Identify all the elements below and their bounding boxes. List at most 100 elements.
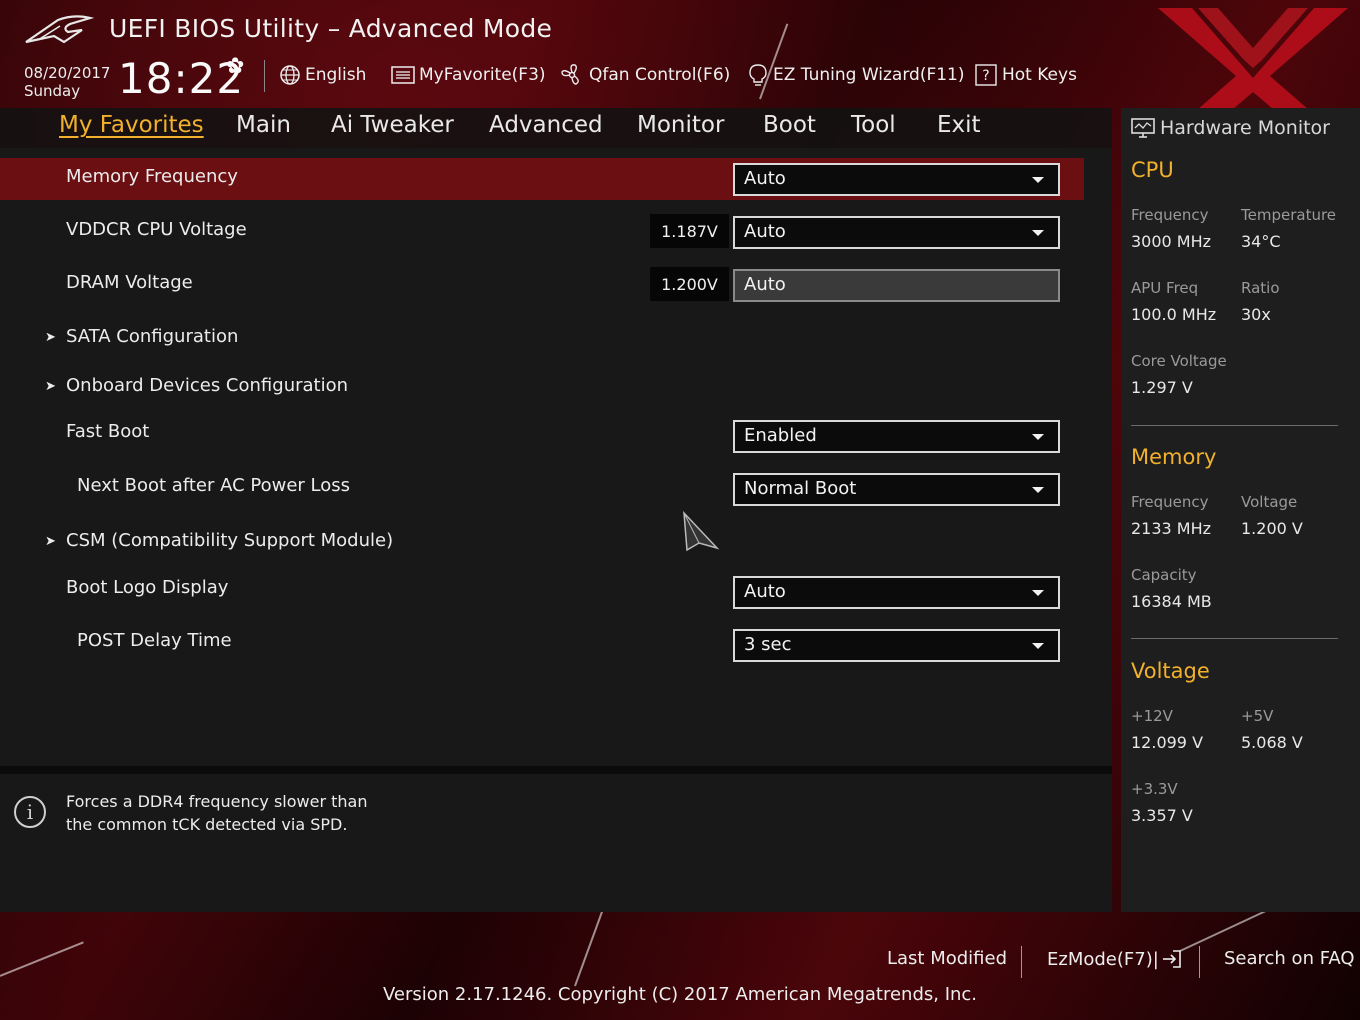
boot-logo-display-dropdown[interactable]: Auto	[733, 576, 1060, 609]
dram-voltage-input[interactable]: Auto	[733, 269, 1060, 302]
info-icon: i	[14, 796, 46, 828]
chevron-down-icon	[1032, 487, 1044, 493]
qfan-control-label: Qfan Control(F6)	[589, 65, 731, 85]
bulb-icon	[749, 64, 767, 86]
memory-heading: Memory	[1131, 445, 1217, 469]
tab-ai-tweaker[interactable]: Ai Tweaker	[331, 112, 454, 138]
tab-my-favorites[interactable]: My Favorites	[59, 112, 204, 138]
apu-freq-label: APU Freq	[1131, 279, 1199, 297]
ez-tuning-wizard-button[interactable]: EZ Tuning Wizard(F11)	[747, 62, 965, 88]
list-icon	[391, 66, 415, 84]
chevron-down-icon	[1032, 230, 1044, 236]
voltage-heading: Voltage	[1131, 659, 1210, 683]
ratio-value: 30x	[1241, 305, 1271, 324]
globe-icon	[280, 65, 300, 85]
capacity-label: Capacity	[1131, 566, 1197, 584]
hardware-monitor-panel: Hardware Monitor CPU Frequency Temperatu…	[1121, 108, 1360, 912]
settings-panel: Memory Frequency Auto VDDCR CPU Voltage …	[0, 148, 1112, 766]
memory-voltage-label: Voltage	[1241, 493, 1298, 511]
tab-monitor[interactable]: Monitor	[637, 112, 724, 138]
input-value: Auto	[744, 274, 786, 295]
footer-divider	[1199, 946, 1200, 978]
submenu-label: Onboard Devices Configuration	[66, 375, 349, 396]
dropdown-value: Enabled	[744, 425, 817, 446]
setting-row-vddcr-cpu-voltage[interactable]: VDDCR CPU Voltage 1.187V Auto	[0, 212, 1084, 254]
tab-boot[interactable]: Boot	[763, 112, 816, 138]
help-panel: i Forces a DDR4 frequency slower than th…	[0, 774, 1112, 912]
exit-arrow-icon	[1162, 950, 1181, 968]
setting-label: VDDCR CPU Voltage	[66, 219, 247, 240]
v33-value: 3.357 V	[1131, 806, 1193, 825]
submenu-sata-configuration[interactable]: ➤ SATA Configuration	[0, 323, 1084, 353]
next-boot-dropdown[interactable]: Normal Boot	[733, 473, 1060, 506]
tab-tool[interactable]: Tool	[851, 112, 896, 138]
hardware-monitor-label: Hardware Monitor	[1160, 117, 1330, 139]
apu-freq-value: 100.0 MHz	[1131, 305, 1217, 324]
v12-value: 12.099 V	[1131, 733, 1204, 752]
setting-row-dram-voltage[interactable]: DRAM Voltage 1.200V Auto	[0, 265, 1084, 307]
chevron-down-icon	[1032, 643, 1044, 649]
vddcr-cpu-voltage-dropdown[interactable]: Auto	[733, 216, 1060, 249]
setting-row-next-boot-after-ac-power-loss[interactable]: Next Boot after AC Power Loss Normal Boo…	[0, 470, 1084, 510]
core-voltage-label: Core Voltage	[1131, 352, 1227, 370]
ezmode-label: EzMode(F7)|	[1047, 948, 1159, 970]
capacity-value: 16384 MB	[1131, 592, 1212, 611]
setting-row-boot-logo-display[interactable]: Boot Logo Display Auto	[0, 573, 1084, 613]
hot-keys-button[interactable]: ? Hot Keys	[974, 62, 1077, 88]
chevron-down-icon	[1032, 434, 1044, 440]
fast-boot-dropdown[interactable]: Enabled	[733, 420, 1060, 453]
chevron-right-icon: ➤	[45, 330, 56, 345]
memory-frequency-label: Frequency	[1131, 493, 1209, 511]
tab-main[interactable]: Main	[236, 112, 291, 138]
fan-icon	[561, 64, 579, 85]
voltage-reading: 1.200V	[650, 267, 729, 301]
footer-divider	[1021, 946, 1022, 978]
qfan-control-button[interactable]: Qfan Control(F6)	[559, 62, 730, 88]
search-on-faq-button[interactable]: Search on FAQ	[1224, 948, 1355, 969]
core-voltage-value: 1.297 V	[1131, 378, 1193, 397]
ez-tuning-wizard-label: EZ Tuning Wizard(F11)	[773, 65, 965, 85]
hot-keys-label: Hot Keys	[1002, 65, 1077, 85]
submenu-csm[interactable]: ➤ CSM (Compatibility Support Module)	[0, 527, 1084, 557]
dropdown-value: Auto	[744, 581, 786, 602]
mouse-pointer-icon	[683, 510, 720, 552]
voltage-reading: 1.187V	[650, 214, 729, 248]
app-title: UEFI BIOS Utility – Advanced Mode	[109, 14, 553, 43]
post-delay-time-dropdown[interactable]: 3 sec	[733, 629, 1060, 662]
header-divider	[264, 60, 265, 92]
dropdown-value: Auto	[744, 168, 786, 189]
date-display: 08/20/2017 Sunday	[24, 64, 110, 100]
language-label: English	[305, 65, 367, 85]
copyright-text: Version 2.17.1246. Copyright (C) 2017 Am…	[382, 984, 978, 1005]
ezmode-button[interactable]: EzMode(F7)|	[1047, 948, 1183, 970]
setting-row-memory-frequency[interactable]: Memory Frequency Auto	[0, 158, 1084, 200]
header: UEFI BIOS Utility – Advanced Mode 08/20/…	[0, 0, 1360, 144]
dropdown-value: 3 sec	[744, 634, 792, 655]
main-menu-tabs: My Favorites Main Ai Tweaker Advanced Mo…	[0, 108, 1112, 148]
section-divider	[1131, 638, 1338, 639]
setting-label: Fast Boot	[66, 421, 150, 442]
cpu-temperature-label: Temperature	[1241, 206, 1337, 224]
memory-frequency-dropdown[interactable]: Auto	[733, 163, 1060, 196]
language-button[interactable]: English	[279, 62, 366, 88]
submenu-onboard-devices-configuration[interactable]: ➤ Onboard Devices Configuration	[0, 372, 1084, 402]
tab-exit[interactable]: Exit	[937, 112, 981, 138]
gear-icon[interactable]: ✿	[226, 54, 244, 79]
setting-label: DRAM Voltage	[66, 272, 193, 293]
setting-label: Memory Frequency	[66, 166, 238, 187]
setting-row-post-delay-time[interactable]: POST Delay Time 3 sec	[0, 626, 1084, 666]
setting-label: Boot Logo Display	[66, 577, 229, 598]
help-text: Forces a DDR4 frequency slower than the …	[66, 790, 367, 836]
memory-voltage-value: 1.200 V	[1241, 519, 1303, 538]
date-text: 08/20/2017	[24, 64, 111, 82]
myfavorite-button[interactable]: MyFavorite(F3)	[391, 62, 546, 88]
last-modified-button[interactable]: Last Modified	[887, 948, 1007, 969]
tab-advanced[interactable]: Advanced	[489, 112, 603, 138]
hardware-monitor-title: Hardware Monitor	[1131, 112, 1330, 144]
setting-row-fast-boot[interactable]: Fast Boot Enabled	[0, 416, 1084, 456]
chevron-right-icon: ➤	[45, 379, 56, 394]
chevron-down-icon	[1032, 590, 1044, 596]
section-divider	[1131, 425, 1338, 426]
rog-logo-icon	[25, 15, 94, 44]
chevron-right-icon: ➤	[45, 534, 56, 549]
